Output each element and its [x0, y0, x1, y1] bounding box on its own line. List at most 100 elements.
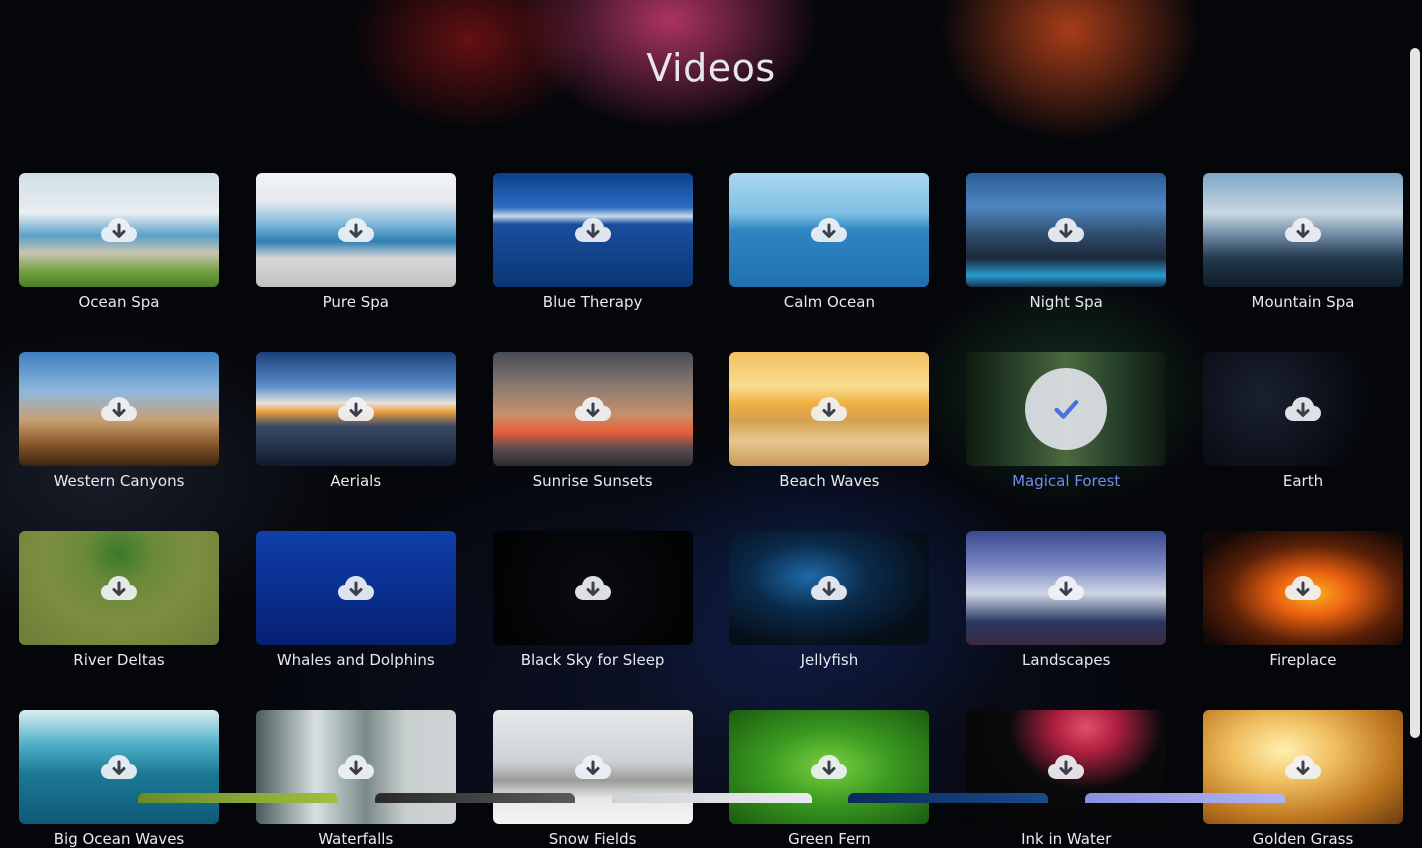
video-tile[interactable]: River Deltas: [19, 531, 219, 669]
cloud-download-icon[interactable]: [1283, 394, 1323, 424]
cloud-download-icon[interactable]: [1283, 752, 1323, 782]
video-tile[interactable]: Sunrise Sunsets: [492, 352, 693, 490]
cloud-download-icon[interactable]: [99, 215, 139, 245]
video-thumbnail[interactable]: [19, 173, 219, 287]
video-label: Jellyfish: [800, 651, 859, 669]
video-label: Snow Fields: [548, 830, 637, 848]
video-label: Green Fern: [788, 830, 871, 848]
video-label: Earth: [1282, 472, 1324, 490]
cloud-download-icon[interactable]: [1283, 215, 1323, 245]
video-tile[interactable]: Big Ocean Waves: [19, 710, 219, 848]
video-label: Big Ocean Waves: [53, 830, 185, 848]
video-tile[interactable]: Jellyfish: [729, 531, 930, 669]
cloud-download-icon[interactable]: [336, 215, 376, 245]
cloud-download-icon[interactable]: [336, 394, 376, 424]
video-thumbnail[interactable]: [1202, 173, 1403, 287]
cloud-download-icon[interactable]: [336, 752, 376, 782]
cloud-download-icon[interactable]: [573, 394, 613, 424]
video-label: Night Spa: [1029, 293, 1103, 311]
video-tile[interactable]: Landscapes: [966, 531, 1167, 669]
cloud-download-icon[interactable]: [573, 215, 613, 245]
cloud-download-icon[interactable]: [809, 752, 849, 782]
video-thumbnail-partial[interactable]: [611, 793, 812, 803]
video-tile[interactable]: Beach Waves: [729, 352, 930, 490]
video-thumbnail[interactable]: [492, 173, 693, 287]
scrollbar[interactable]: [1410, 48, 1420, 738]
checkmark-icon: [1025, 368, 1108, 450]
cloud-download-icon[interactable]: [573, 752, 613, 782]
video-tile[interactable]: Calm Ocean: [729, 173, 930, 311]
video-tile[interactable]: Golden Grass: [1202, 710, 1403, 848]
video-thumbnail-partial[interactable]: [374, 793, 575, 803]
video-tile[interactable]: Ocean Spa: [19, 173, 219, 311]
video-tile[interactable]: Waterfalls: [255, 710, 456, 848]
video-thumbnail-partial[interactable]: [848, 793, 1049, 803]
video-thumbnail[interactable]: [19, 710, 219, 824]
video-label: Sunrise Sunsets: [532, 472, 653, 490]
video-thumbnail[interactable]: [1202, 352, 1403, 466]
video-thumbnail-partial[interactable]: [138, 793, 338, 803]
video-thumbnail[interactable]: [255, 710, 456, 824]
video-thumbnail-partial[interactable]: [1085, 793, 1286, 803]
video-thumbnail[interactable]: [966, 710, 1167, 824]
video-label: Black Sky for Sleep: [520, 651, 665, 669]
video-label: Fireplace: [1269, 651, 1337, 669]
video-thumbnail[interactable]: [492, 352, 693, 466]
cloud-download-icon[interactable]: [809, 215, 849, 245]
video-tile[interactable]: Green Fern: [729, 710, 930, 848]
video-thumbnail[interactable]: [729, 710, 930, 824]
video-thumbnail[interactable]: [19, 531, 219, 645]
video-thumbnail[interactable]: [729, 352, 930, 466]
cloud-download-icon[interactable]: [99, 394, 139, 424]
video-thumbnail[interactable]: [966, 531, 1167, 645]
video-tile[interactable]: Mountain Spa: [1202, 173, 1403, 311]
video-thumbnail[interactable]: [255, 173, 456, 287]
video-label: Ink in Water: [1021, 830, 1112, 848]
next-row-peek: [0, 793, 1422, 803]
cloud-download-icon[interactable]: [336, 573, 376, 603]
cloud-download-icon[interactable]: [99, 752, 139, 782]
video-label: Waterfalls: [318, 830, 394, 848]
page-title: Videos: [646, 46, 776, 90]
video-thumbnail[interactable]: [966, 173, 1167, 287]
cloud-download-icon[interactable]: [1046, 573, 1086, 603]
video-thumbnail[interactable]: [1202, 531, 1403, 645]
video-label: Golden Grass: [1252, 830, 1354, 848]
cloud-download-icon[interactable]: [1046, 752, 1086, 782]
video-thumbnail[interactable]: [492, 710, 693, 824]
video-thumbnail[interactable]: [19, 352, 219, 466]
video-tile[interactable]: Night Spa: [966, 173, 1167, 311]
video-label: Magical Forest: [1012, 472, 1121, 490]
cloud-download-icon[interactable]: [1046, 215, 1086, 245]
video-tile[interactable]: Black Sky for Sleep: [492, 531, 693, 669]
video-label: Western Canyons: [53, 472, 185, 490]
video-thumbnail[interactable]: [966, 352, 1167, 466]
video-thumbnail[interactable]: [729, 173, 930, 287]
video-label: Calm Ocean: [783, 293, 875, 311]
video-label: Whales and Dolphins: [276, 651, 435, 669]
video-thumbnail[interactable]: [729, 531, 930, 645]
video-thumbnail[interactable]: [255, 352, 456, 466]
video-thumbnail[interactable]: [492, 531, 693, 645]
video-tile[interactable]: Snow Fields: [492, 710, 693, 848]
video-tile[interactable]: Western Canyons: [19, 352, 219, 490]
cloud-download-icon[interactable]: [809, 573, 849, 603]
video-tile[interactable]: Aerials: [255, 352, 456, 490]
video-tile[interactable]: Magical Forest: [966, 352, 1167, 490]
video-tile[interactable]: Pure Spa: [255, 173, 456, 311]
video-thumbnail[interactable]: [255, 531, 456, 645]
video-label: River Deltas: [73, 651, 165, 669]
video-tile[interactable]: Fireplace: [1202, 531, 1403, 669]
cloud-download-icon[interactable]: [573, 573, 613, 603]
video-tile[interactable]: Earth: [1202, 352, 1403, 490]
cloud-download-icon[interactable]: [809, 394, 849, 424]
video-label: Beach Waves: [779, 472, 880, 490]
cloud-download-icon[interactable]: [99, 573, 139, 603]
video-label: Blue Therapy: [542, 293, 643, 311]
video-tile[interactable]: Ink in Water: [966, 710, 1167, 848]
video-thumbnail[interactable]: [1202, 710, 1403, 824]
cloud-download-icon[interactable]: [1283, 573, 1323, 603]
video-label: Mountain Spa: [1251, 293, 1355, 311]
video-tile[interactable]: Whales and Dolphins: [255, 531, 456, 669]
video-tile[interactable]: Blue Therapy: [492, 173, 693, 311]
